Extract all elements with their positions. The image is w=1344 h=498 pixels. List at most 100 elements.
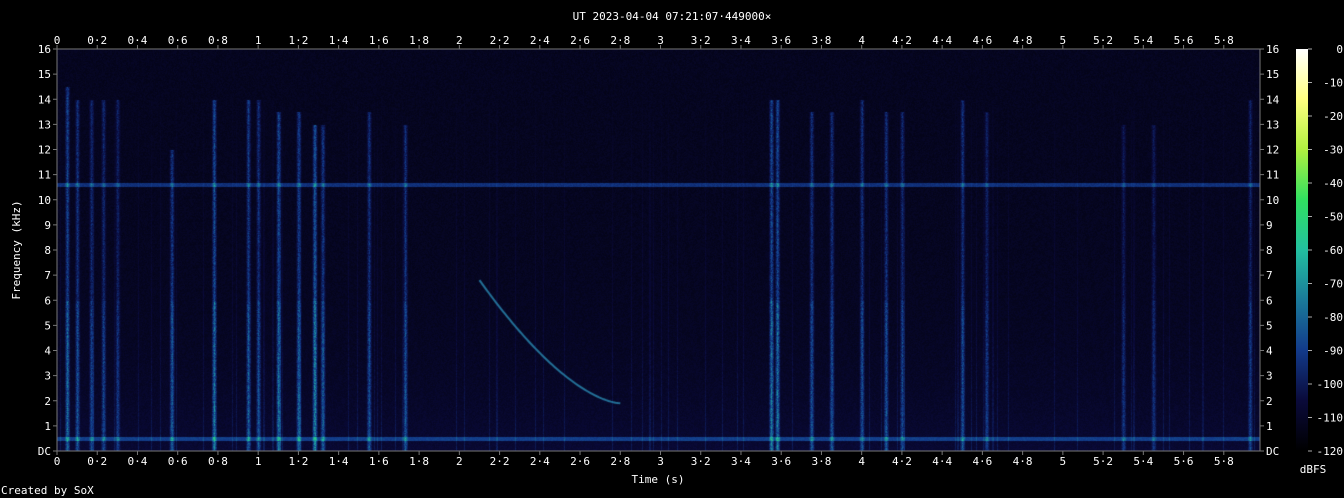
colorbar-tick-label: -20	[1323, 110, 1343, 123]
y-tick-label: 7	[1266, 269, 1273, 282]
x-tick-label: 1·4	[329, 455, 349, 468]
y-tick-label: 15	[38, 68, 51, 81]
x-tick-label: 0·4	[128, 455, 148, 468]
x-tick-label: 4·6	[972, 34, 992, 47]
x-tick-label: 3·6	[771, 34, 791, 47]
y-tick-label: 15	[1266, 68, 1279, 81]
x-tick-label: 2·4	[530, 455, 550, 468]
x-tick-label: 0·2	[87, 34, 107, 47]
y-tick-label: 6	[1266, 294, 1273, 307]
y-tick-label: 1	[1266, 420, 1273, 433]
x-tick-label: 5·8	[1214, 455, 1234, 468]
spectrogram-plot-area	[57, 49, 1260, 451]
x-tick-label: 1·8	[409, 455, 429, 468]
colorbar-tick-label: -110	[1317, 412, 1344, 425]
colorbar-tick-label: -40	[1323, 177, 1343, 190]
x-tick-label: 2	[456, 455, 463, 468]
x-tick-label: 1·6	[369, 455, 389, 468]
x-tick-label: 3	[657, 34, 664, 47]
y-tick-label: 8	[44, 244, 51, 257]
x-tick-label: 2·8	[610, 455, 630, 468]
y-tick-label: 4	[44, 345, 51, 358]
y-tick-label: 6	[44, 294, 51, 307]
y-tick-label: 5	[1266, 319, 1273, 332]
colorbar	[1296, 49, 1308, 451]
spectrogram-chart: UT 2023-04-04 07:21:07·449000× 0 0 0·2 0·2 0…	[10, 10, 1343, 486]
y-tick-label: 13	[38, 118, 51, 131]
x-tick-label: 4	[858, 455, 865, 468]
y-tick-label: 11	[1266, 169, 1279, 182]
y-tick-label: 2	[1266, 395, 1273, 408]
x-tick-label: 3·4	[731, 455, 751, 468]
x-tick-label: 3·4	[731, 34, 751, 47]
x-tick-label: 5·2	[1093, 34, 1113, 47]
x-tick-label: 5·2	[1093, 455, 1113, 468]
x-tick-label: 0·8	[208, 455, 228, 468]
colorbar-tick-label: -50	[1323, 211, 1343, 224]
x-axis-label: Time (s)	[632, 473, 685, 486]
colorbar-tick-label: -100	[1317, 378, 1344, 391]
x-tick-label: 3·6	[771, 455, 791, 468]
colorbar-tick-label: -60	[1323, 244, 1343, 257]
x-tick-label: 2·2	[490, 34, 510, 47]
x-tick-label: 1·4	[329, 34, 349, 47]
x-tick-label: 2·4	[530, 34, 550, 47]
x-tick-label: 4·8	[1013, 34, 1033, 47]
y-tick-label: 7	[44, 269, 51, 282]
x-tick-label: 1·6	[369, 34, 389, 47]
colorbar-tick-label: -90	[1323, 345, 1343, 358]
y-tick-label: 12	[38, 144, 51, 157]
x-tick-label: 1	[255, 455, 262, 468]
x-tick-label: 0	[54, 455, 61, 468]
x-tick-label: 1·8	[409, 34, 429, 47]
x-tick-label: 0	[54, 34, 61, 47]
colorbar-tick-label: -10	[1323, 77, 1343, 90]
y-tick-label: 13	[1266, 118, 1279, 131]
y-tick-label: 14	[1266, 93, 1280, 106]
y-tick-label: 9	[1266, 219, 1273, 232]
colorbar-tick-label: -80	[1323, 311, 1343, 324]
y-tick-label: 9	[44, 219, 51, 232]
y-tick-label: 10	[38, 194, 51, 207]
x-tick-label: 1	[255, 34, 262, 47]
x-tick-label: 0·6	[168, 34, 188, 47]
colorbar-ticks: 0 -10 -20 -30 -40 -50 -60 -70 -80 -90 -100 -110 -120	[1308, 43, 1343, 458]
x-tick-label: 3·2	[691, 34, 711, 47]
y-tick-label: 12	[1266, 144, 1279, 157]
y-axis-label: Frequency (kHz)	[10, 200, 23, 299]
x-tick-label: 3·8	[812, 34, 832, 47]
x-tick-label: 1·2	[288, 455, 308, 468]
y-tick-label: 16	[1266, 43, 1279, 56]
colorbar-tick-label: -30	[1323, 144, 1343, 157]
y-tick-label: 3	[1266, 370, 1273, 383]
y-tick-label: 4	[1266, 345, 1273, 358]
x-tick-label: 5	[1060, 455, 1067, 468]
x-tick-label: 2·8	[610, 34, 630, 47]
credit-text: Created by SoX	[1, 484, 94, 497]
y-tick-label: DC	[1266, 445, 1279, 458]
x-tick-label: 4·8	[1013, 455, 1033, 468]
y-tick-label: 8	[1266, 244, 1273, 257]
y-tick-label: 3	[44, 370, 51, 383]
x-tick-label: 1·2	[288, 34, 308, 47]
y-tick-label: 2	[44, 395, 51, 408]
y-tick-label: 14	[38, 93, 52, 106]
y-tick-label: 11	[38, 169, 51, 182]
x-tick-label: 4	[858, 34, 865, 47]
y-tick-label: 5	[44, 319, 51, 332]
x-tick-label: 4·2	[892, 455, 912, 468]
x-tick-label: 5·6	[1174, 34, 1194, 47]
colorbar-label: dBFS	[1300, 463, 1327, 476]
x-tick-label: 5·8	[1214, 34, 1234, 47]
x-tick-label: 0·2	[87, 455, 107, 468]
y-tick-label: DC	[38, 445, 51, 458]
y-tick-label: 1	[44, 420, 51, 433]
x-tick-label: 2·6	[570, 34, 590, 47]
x-tick-label: 5·4	[1133, 34, 1153, 47]
x-tick-label: 2	[456, 34, 463, 47]
x-tick-label: 4·6	[972, 455, 992, 468]
chart-title: UT 2023-04-04 07:21:07·449000×	[573, 10, 772, 23]
x-tick-label: 3·2	[691, 455, 711, 468]
colorbar-tick-label: -120	[1317, 445, 1344, 458]
x-tick-label: 5·6	[1174, 455, 1194, 468]
